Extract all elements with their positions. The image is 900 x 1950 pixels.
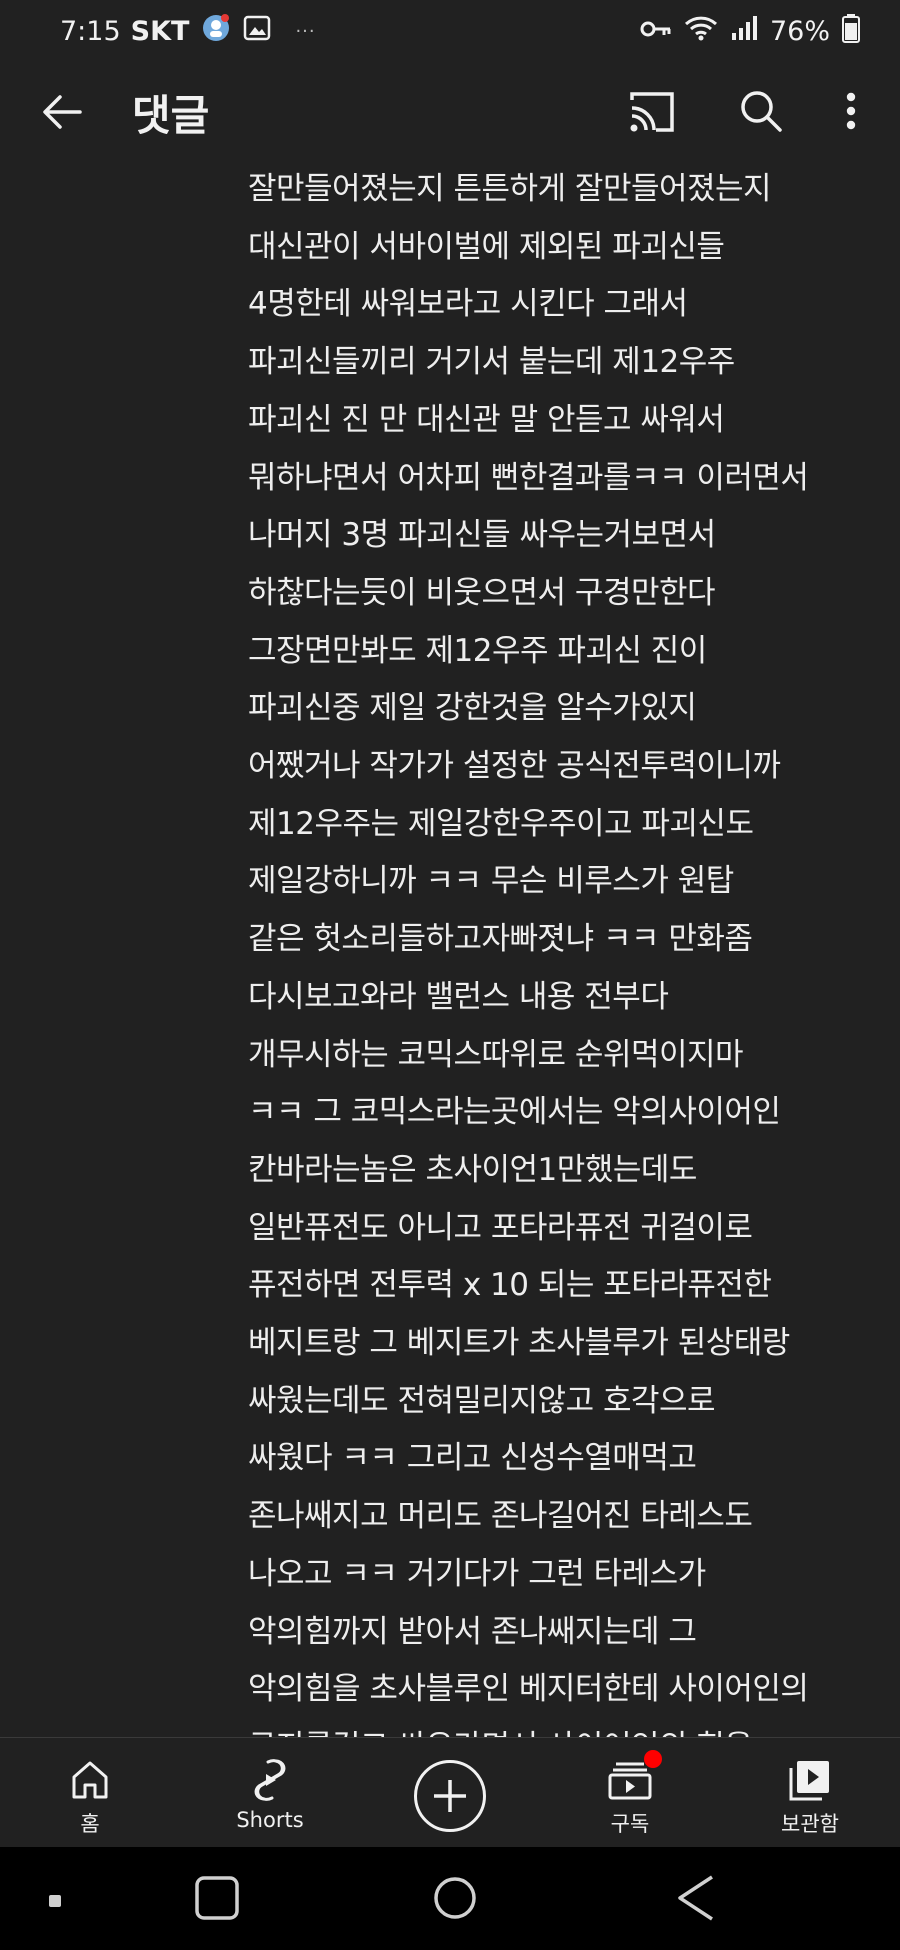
- key-icon: [640, 16, 672, 47]
- page-title: 댓글: [132, 91, 210, 140]
- comment-line: 개무시하는 코믹스따위로 순위먹이지마: [248, 1036, 744, 1073]
- comment-line: 싸웠는데도 전혀밀리지않고 호각으로: [248, 1382, 716, 1419]
- status-bar: 7:15 SKT ··· 76%: [0, 0, 900, 62]
- create-button[interactable]: [414, 1760, 486, 1832]
- nav-subscriptions[interactable]: 구독: [560, 1738, 700, 1848]
- comment-line: 제12우주는 제일강한우주이고 파괴신도: [248, 805, 754, 842]
- nav-library[interactable]: 보관함: [740, 1738, 880, 1848]
- back-arrow-icon: [43, 95, 82, 129]
- comment-line: 같은 헛소리들하고자빠졋냐 ㅋㅋ 만화좀: [248, 921, 753, 958]
- search-icon: [741, 91, 782, 132]
- battery-icon: [842, 13, 860, 50]
- nav-shorts[interactable]: Shorts: [200, 1738, 340, 1848]
- nav-home[interactable]: 홈: [20, 1738, 160, 1848]
- comment-line: 파괴신 진 만 대신관 말 안듣고 싸워서: [248, 401, 725, 438]
- comment-line: ㅋㅋ 그 코믹스라는곳에서는 악의사이어인: [248, 1094, 781, 1131]
- new-content-badge: [644, 1750, 662, 1768]
- home-circle-icon: [434, 1877, 476, 1919]
- cast-icon: [630, 92, 674, 132]
- comment-line: 뭐하냐면서 어차피 뻔한결과를ㅋㅋ 이러면서: [248, 459, 809, 496]
- comment-line: 칸바라는놈은 초사이언1만했는데도: [248, 1151, 697, 1188]
- comment-body: 잘만들어졌는지 튼튼하게 잘만들어졌는지대신관이 서바이벌에 제외된 파괴신들 4…: [0, 162, 900, 1737]
- shorts-icon: [250, 1756, 290, 1804]
- back-system-button[interactable]: [674, 1873, 718, 1927]
- comment-line: 제일강하니까 ㅋㅋ 무슨 비루스가 원탑: [248, 863, 734, 900]
- comment-line: 파괴신중 제일 강한것을 알수가있지: [248, 690, 697, 727]
- recent-dot-icon: [48, 1893, 62, 1912]
- gallery-icon: [243, 14, 271, 49]
- comment-text: 잘만들어졌는지 튼튼하게 잘만들어졌는지대신관이 서바이벌에 제외된 파괴신들 4…: [248, 162, 888, 1737]
- comment-line: 어쨌거나 작가가 설정한 공식전투력이니까: [248, 748, 781, 785]
- comment-line: 존나쌔지고 머리도 존나길어진 타레스도: [248, 1498, 753, 1535]
- nav-home-label: 홈: [80, 1812, 100, 1836]
- comment-line: 4명한테 싸워보라고 시킨다 그래서: [248, 286, 688, 323]
- nav-library-label: 보관함: [781, 1812, 839, 1836]
- status-carrier: SKT: [130, 15, 190, 47]
- comment-line: 악의힘을 초사블루인 베지터한테 사이어인의: [248, 1671, 809, 1708]
- system-navigation-bar: [0, 1847, 900, 1950]
- more-options-button[interactable]: [836, 88, 866, 134]
- plus-icon: [434, 1780, 466, 1812]
- search-button[interactable]: [738, 88, 784, 134]
- comment-line: 나오고 ㅋㅋ 거기다가 그런 타레스가: [248, 1555, 706, 1592]
- back-triangle-icon: [678, 1875, 713, 1921]
- signal-icon: [730, 15, 758, 48]
- nav-shorts-label: Shorts: [236, 1808, 304, 1832]
- back-button[interactable]: [40, 90, 84, 134]
- comment-line: 파괴신들끼리 거기서 붙는데 제12우주: [248, 344, 735, 381]
- comment-line: 그장면만봐도 제12우주 파괴신 진이: [248, 632, 707, 669]
- home-system-button[interactable]: [432, 1875, 478, 1925]
- comment-line: 일반퓨전도 아니고 포타라퓨전 귀걸이로: [248, 1209, 753, 1246]
- notification-app-icon: [201, 13, 231, 50]
- status-time: 7:15: [60, 15, 121, 47]
- status-left: 7:15 SKT ···: [60, 13, 316, 50]
- status-right: 76%: [640, 13, 860, 50]
- comment-line: 대신관이 서바이벌에 제외된 파괴신들: [248, 228, 725, 265]
- status-more-dots: ···: [295, 20, 316, 42]
- recents-icon: [195, 1876, 239, 1920]
- wifi-icon: [684, 15, 718, 48]
- subscriptions-icon: [608, 1750, 662, 1804]
- comment-line: 다시보고와라 밸런스 내용 전부다: [248, 978, 669, 1015]
- home-icon: [70, 1756, 110, 1804]
- comment-line: 악의힘까지 받아서 존나쌔지는데 그: [248, 1613, 697, 1650]
- library-icon: [788, 1756, 832, 1804]
- comment-line: 잘만들어졌는지 튼튼하게 잘만들어졌는지: [248, 171, 772, 207]
- cast-button[interactable]: [628, 90, 676, 134]
- bottom-navigation: 홈 Shorts 구독 보관함: [0, 1737, 900, 1848]
- comment-line: 하찮다는듯이 비웃으면서 구경만한다: [248, 574, 716, 611]
- comment-line: 나머지 3명 파괴신들 싸우는거보면서: [248, 517, 716, 554]
- more-vert-icon: [846, 92, 856, 130]
- app-bar: 댓글: [0, 62, 900, 162]
- battery-level: 76%: [769, 15, 830, 47]
- nav-subscriptions-label: 구독: [610, 1812, 650, 1836]
- comment-line: 긍지를걸고 싸우라면서 사이어인의 힘을: [248, 1719, 888, 1737]
- comment-line: 퓨전하면 전투력 x 10 되는 포타라퓨전한: [248, 1267, 772, 1304]
- comment-line: 베지트랑 그 베지트가 초사블루가 된상태랑: [248, 1325, 790, 1362]
- recents-button[interactable]: [194, 1875, 240, 1925]
- comment-line: 싸웠다 ㅋㅋ 그리고 신성수열매먹고: [248, 1440, 697, 1477]
